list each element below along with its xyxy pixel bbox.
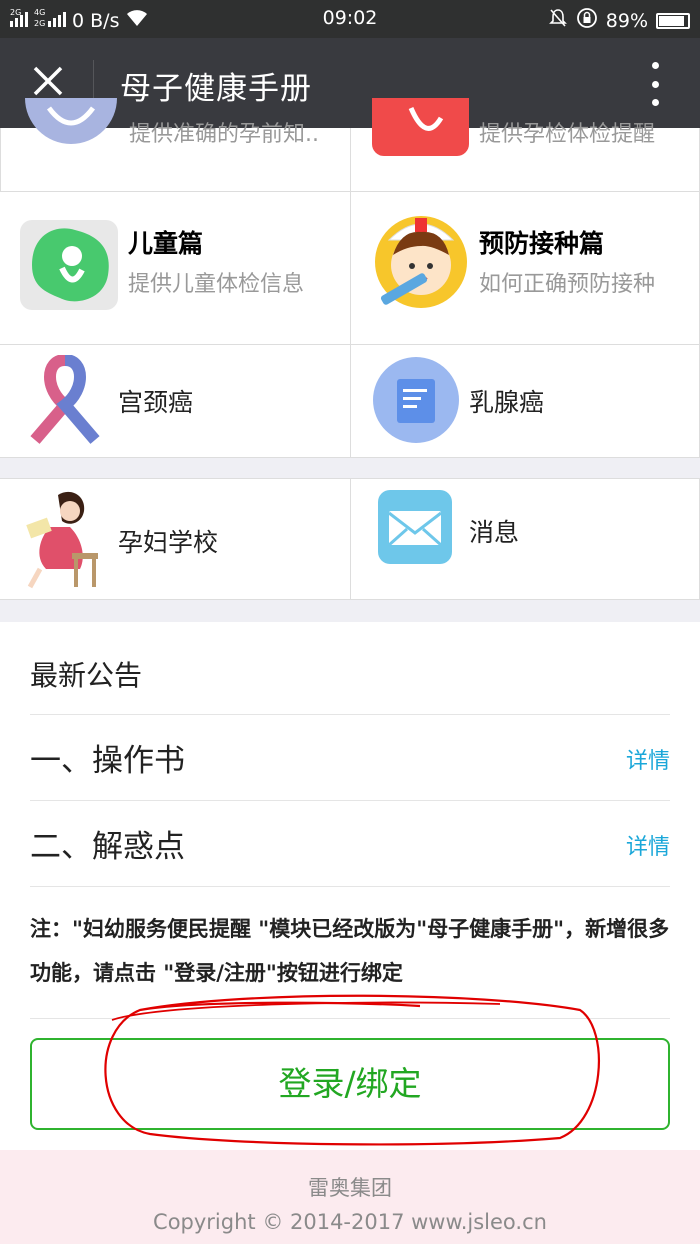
grid-cell-message[interactable]: 消息 [351, 478, 700, 600]
footer-company: 雷奥集团 [308, 1176, 392, 1200]
more-dot-icon [651, 62, 659, 69]
message-label: 消息 [469, 518, 520, 547]
child-title: 儿童篇 [128, 229, 204, 258]
notice-item-title: 一、操作书 [30, 743, 185, 779]
mute-bell-icon [548, 8, 568, 33]
section-separator [0, 458, 700, 478]
page-title: 母子健康手册 [120, 71, 312, 107]
breast-cancer-label: 乳腺癌 [469, 388, 545, 417]
close-icon [33, 66, 63, 96]
pregnant-school-label: 孕妇学校 [118, 528, 219, 557]
notice-item[interactable]: 二、解惑点 详情 [30, 800, 670, 887]
awareness-ribbon-icon [30, 355, 100, 444]
more-menu-button[interactable] [650, 62, 660, 106]
status-bar: 2G 4G 2G 0 B/s 09:02 89% [0, 0, 700, 38]
footer-copyright: Copyright © 2014-2017 www.jsleo.cn [153, 1210, 547, 1234]
battery-icon [656, 12, 690, 29]
child-subtitle: 提供儿童体检信息 [128, 272, 305, 297]
section-separator [0, 600, 700, 622]
battery-level [659, 15, 684, 26]
grid-cell-pregnant-school[interactable]: 孕妇学校 [0, 478, 351, 600]
vaccine-title: 预防接种篇 [479, 229, 605, 258]
grid-cell-child[interactable]: 儿童篇 提供儿童体检信息 [0, 192, 351, 345]
notice-heading: 最新公告 [30, 659, 143, 692]
envelope-icon [378, 490, 452, 564]
cervical-cancer-label: 宫颈癌 [118, 388, 194, 417]
grid-cell-subtitle: 提供准确的孕前知.. [129, 122, 319, 147]
login-bind-button[interactable]: 登录/绑定 [30, 1038, 670, 1130]
notice-item-title: 二、解惑点 [30, 829, 185, 865]
vaccine-subtitle: 如何正确预防接种 [479, 272, 656, 297]
child-baby-icon [20, 220, 118, 310]
grid-cell-prenatal-check[interactable]: 提供孕检体检提醒 [351, 98, 700, 192]
rotation-lock-icon [576, 7, 598, 34]
battery-percent: 89% [605, 9, 648, 32]
status-right: 89% [548, 7, 690, 34]
grid-cell-breast-cancer[interactable]: 乳腺癌 [351, 345, 700, 458]
grid-cell-vaccine[interactable]: 预防接种篇 如何正确预防接种 [351, 192, 700, 345]
more-dot-icon [651, 99, 659, 106]
grid-cell-subtitle: 提供孕检体检提醒 [479, 122, 656, 147]
grid-cell-cervical-cancer[interactable]: 宫颈癌 [0, 345, 351, 458]
document-icon [373, 357, 459, 443]
grid-cell-pre-pregnancy[interactable]: 提供准确的孕前知.. [0, 98, 351, 192]
notice-note-row: 注："妇幼服务便民提醒 "模块已经改版为"母子健康手册"，新增很多功能，请点击 … [30, 886, 670, 1021]
prenatal-check-icon [372, 98, 469, 156]
pregnant-woman-reading-icon [26, 491, 98, 589]
close-button[interactable] [28, 61, 68, 101]
detail-link[interactable]: 详情 [626, 743, 670, 775]
note-divider [30, 1018, 670, 1020]
pregnancy-knowledge-icon [25, 98, 117, 144]
vaccine-nurse-icon [375, 216, 467, 308]
detail-link[interactable]: 详情 [626, 829, 670, 861]
more-dot-icon [651, 80, 659, 88]
notice-note: 注："妇幼服务便民提醒 "模块已经改版为"母子健康手册"，新增很多功能，请点击 … [30, 917, 670, 985]
notice-item[interactable]: 一、操作书 详情 [30, 714, 670, 801]
footer: 雷奥集团 Copyright © 2014-2017 www.jsleo.cn [0, 1150, 700, 1244]
